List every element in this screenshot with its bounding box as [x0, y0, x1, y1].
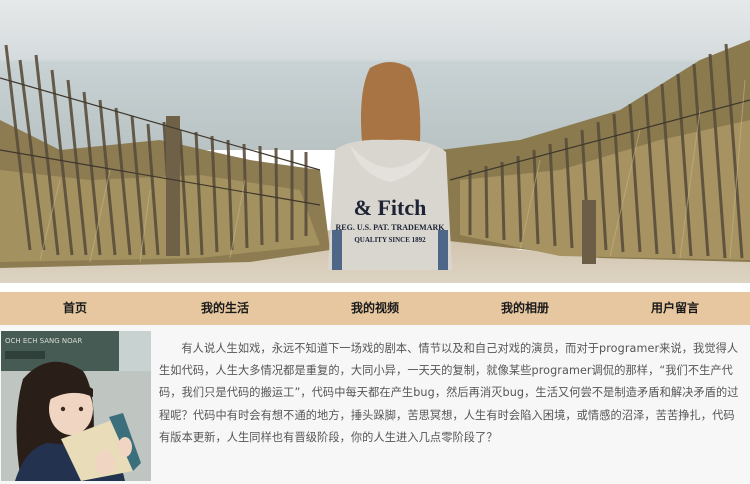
- nav-item-my-album[interactable]: 我的相册: [450, 292, 600, 325]
- hoodie-text-line1: & Fitch: [354, 195, 427, 220]
- beach-scene-illustration: & Fitch REG. U.S. PAT. TRADEMARK QUALITY…: [0, 0, 750, 283]
- banner-image: & Fitch REG. U.S. PAT. TRADEMARK QUALITY…: [0, 0, 750, 283]
- wall-sign-text: OCH ECH SANG NOAR: [5, 337, 82, 345]
- nav-item-guestbook[interactable]: 用户留言: [600, 292, 750, 325]
- hoodie-text-line3: QUALITY SINCE 1892: [354, 236, 426, 244]
- page: & Fitch REG. U.S. PAT. TRADEMARK QUALITY…: [0, 0, 750, 484]
- nav-item-home[interactable]: 首页: [0, 292, 150, 325]
- profile-photo: OCH ECH SANG NOAR: [1, 331, 151, 481]
- hoodie-text-line2: REG. U.S. PAT. TRADEMARK: [336, 223, 446, 232]
- content-section: OCH ECH SANG NOAR 有人说人生如戏，永远不知道下一场戏的剧本、情…: [0, 325, 750, 484]
- girl-with-book-illustration: OCH ECH SANG NOAR: [1, 331, 151, 481]
- nav-item-my-videos[interactable]: 我的视频: [300, 292, 450, 325]
- nav-item-my-life[interactable]: 我的生活: [150, 292, 300, 325]
- intro-paragraph: 有人说人生如戏，永远不知道下一场戏的剧本、情节以及和自己对戏的演员，而对于pro…: [159, 342, 739, 444]
- main-nav: 首页 我的生活 我的视频 我的相册 用户留言: [0, 292, 750, 325]
